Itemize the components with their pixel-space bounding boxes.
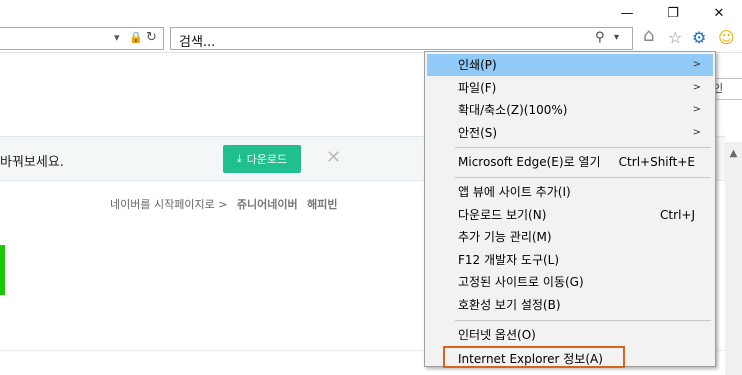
menu-item[interactable]: Microsoft Edge(E)로 열기 Ctrl+Shift+E: [427, 151, 713, 173]
home-icon[interactable]: ⌂: [643, 26, 654, 46]
menu-item-label: Microsoft Edge(E)로 열기: [458, 155, 601, 170]
menu-item-label: 인쇄(P): [458, 58, 497, 72]
download-icon: ⤓: [236, 152, 242, 165]
menu-item[interactable]: F12 개발자 도구(L): [427, 249, 713, 271]
menu-item[interactable]: 인터넷 옵션(O): [427, 324, 713, 346]
search-icon[interactable]: ⚲: [595, 30, 605, 45]
address-dropdown-icon[interactable]: ▾: [114, 31, 120, 44]
search-box[interactable]: 검색... ⚲ ▾: [170, 27, 633, 50]
menu-item-label: F12 개발자 도구(L): [458, 252, 560, 267]
menu-item[interactable]: 확대/축소(Z)(100%) >: [427, 99, 713, 121]
menu-item-label: 호환성 보기 설정(B): [458, 298, 561, 312]
menu-item-label: 파일(F): [458, 80, 497, 95]
menu-item-label: Internet Explorer 정보(A): [458, 352, 603, 367]
menu-item[interactable]: 호환성 보기 설정(B): [427, 294, 713, 316]
start-page-link[interactable]: 네이버를 시작페이지로 >: [110, 198, 227, 211]
menu-separator: [455, 319, 711, 321]
menu-item-label: 고정된 사이트로 이동(G): [458, 275, 584, 290]
refresh-icon[interactable]: ↻: [146, 30, 157, 45]
address-bar[interactable]: ▾ 🔒 ↻: [0, 27, 164, 50]
title-bar: — ❐ ✕: [0, 0, 742, 26]
restore-icon[interactable]: ❐: [650, 0, 696, 26]
menu-item[interactable]: 안전(S) >: [427, 122, 713, 144]
menu-item-label: 추가 기능 관리(M): [458, 230, 552, 245]
scrollbar[interactable]: ▲: [725, 142, 742, 375]
search-input[interactable]: 검색...: [179, 31, 215, 50]
menu-separator: [455, 147, 711, 149]
menu-item-label: 앱 뷰에 사이트 추가(I): [458, 185, 571, 199]
scroll-up-icon[interactable]: ▲: [725, 148, 742, 159]
menu-separator: [455, 177, 711, 178]
smiley-feedback-icon[interactable]: ☺: [718, 28, 735, 48]
minimize-icon[interactable]: —: [604, 0, 650, 26]
navigation-bar: ▾ 🔒 ↻ 검색... ⚲ ▾ ⌂ ☆ ⚙ ☺: [0, 26, 742, 52]
submenu-arrow-icon: >: [692, 81, 701, 93]
search-box-edge: [0, 245, 5, 295]
favorites-star-icon[interactable]: ☆: [668, 28, 682, 48]
menu-item[interactable]: 파일(F) >: [427, 77, 713, 99]
top-links: 네이버를 시작페이지로 > 쥬니어네이버 해피빈: [110, 196, 338, 212]
tools-menu: 인쇄(P) > 파일(F) > 확대/축소(Z)(100%) > 안전(S) > Microso…: [424, 51, 716, 369]
menu-item[interactable]: 앱 뷰에 사이트 추가(I): [427, 181, 713, 203]
menu-item[interactable]: 인쇄(P) >: [427, 54, 713, 76]
menu-item-label: 다운로드 보기(N): [458, 207, 547, 222]
happybean-link[interactable]: 해피빈: [307, 198, 337, 211]
download-label: 다운로드: [246, 153, 288, 166]
menu-item-label: 인터넷 옵션(O): [458, 327, 536, 342]
menu-item-shortcut: Ctrl+Shift+E: [618, 155, 695, 170]
submenu-arrow-icon: >: [692, 104, 701, 116]
close-icon[interactable]: ✕: [696, 0, 742, 26]
submenu-arrow-icon: >: [692, 59, 701, 70]
submenu-arrow-icon: >: [692, 126, 701, 138]
menu-item[interactable]: 고정된 사이트로 이동(G): [427, 271, 713, 293]
download-button[interactable]: ⤓ 다운로드: [223, 145, 301, 173]
lock-icon[interactable]: 🔒: [129, 31, 143, 44]
menu-item[interactable]: 추가 기능 관리(M): [427, 226, 713, 248]
banner-text: 바꿔보세요.: [0, 155, 64, 170]
menu-item-shortcut: Ctrl+J: [660, 207, 695, 222]
menu-item-label: 확대/축소(Z)(100%): [458, 103, 568, 118]
junior-naver-link[interactable]: 쥬니어네이버: [237, 198, 298, 211]
menu-item-label: 안전(S): [458, 125, 498, 140]
search-dropdown-icon[interactable]: ▾: [614, 32, 619, 43]
menu-item[interactable]: Internet Explorer 정보(A): [443, 346, 625, 369]
menu-item[interactable]: 다운로드 보기(N) Ctrl+J: [427, 204, 713, 226]
gear-icon[interactable]: ⚙: [692, 28, 706, 48]
banner-close-icon[interactable]: ✕: [326, 147, 341, 168]
